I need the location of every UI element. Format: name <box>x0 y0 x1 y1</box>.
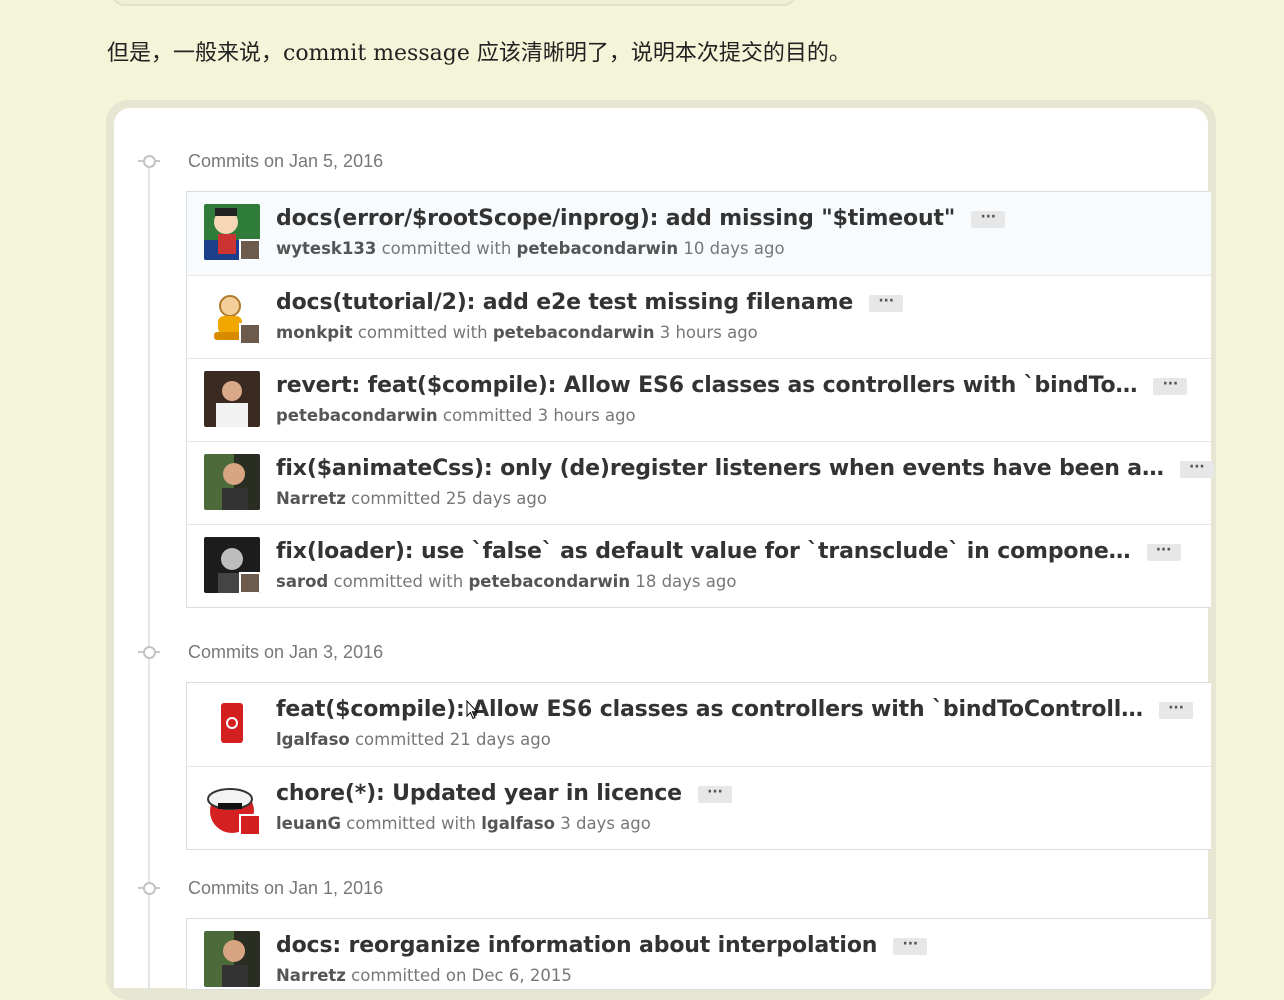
author-link[interactable]: petebacondarwin <box>276 406 438 425</box>
avatar[interactable] <box>204 537 260 593</box>
commit-message-text[interactable]: chore(*): Updated year in licence <box>276 778 682 810</box>
commit-meta: lgalfaso committed 21 days ago <box>276 730 551 749</box>
day-header-jan-1: Commits on Jan 1, 2016 <box>136 876 383 900</box>
avatar-image-icon <box>204 454 260 510</box>
commit-row[interactable]: docs(error/$rootScope/inprog): add missi… <box>187 192 1211 275</box>
commit-row[interactable]: revert: feat($compile): Allow ES6 classe… <box>187 358 1211 441</box>
commit-time: 25 days ago <box>445 489 547 508</box>
coauthor-avatar[interactable] <box>239 323 260 344</box>
commit-message[interactable]: docs: reorganize information about inter… <box>276 930 928 962</box>
day-label: Commits on Jan 1, 2016 <box>188 877 384 898</box>
author-link[interactable]: lgalfaso <box>276 730 350 749</box>
commit-time: 21 days ago <box>449 730 551 749</box>
coauthor-avatar[interactable] <box>239 572 260 593</box>
expand-message-button[interactable]: ··· <box>1159 701 1193 719</box>
avatar[interactable] <box>204 779 260 835</box>
commit-meta: monkpit committed with petebacondarwin 3… <box>276 323 758 342</box>
author-link[interactable]: monkpit <box>276 323 353 342</box>
day-label: Commits on Jan 5, 2016 <box>188 150 384 171</box>
commit-message[interactable]: fix($animateCss): only (de)register list… <box>276 453 1214 485</box>
commit-message-text[interactable]: fix(loader): use `false` as default valu… <box>276 536 1131 568</box>
commit-message[interactable]: fix(loader): use `false` as default valu… <box>276 536 1181 568</box>
avatar-image-icon <box>204 371 260 427</box>
commit-meta: wytesk133 committed with petebacondarwin… <box>276 239 785 258</box>
commit-action: committed <box>442 406 533 425</box>
commit-message[interactable]: docs(error/$rootScope/inprog): add missi… <box>276 203 1006 235</box>
commit-message-text[interactable]: docs: reorganize information about inter… <box>276 930 877 962</box>
commit-meta: petebacondarwin committed 3 hours ago <box>276 406 636 425</box>
commit-group-jan-3: feat($compile): Allow ES6 classes as con… <box>186 682 1211 850</box>
commit-time: 18 days ago <box>635 572 737 591</box>
day-header-jan-5: Commits on Jan 5, 2016 <box>136 149 383 173</box>
commit-row[interactable]: docs(tutorial/2): add e2e test missing f… <box>187 275 1211 358</box>
avatar[interactable] <box>204 454 260 510</box>
commit-action: committed <box>354 730 445 749</box>
commit-message-text[interactable]: fix($animateCss): only (de)register list… <box>276 453 1164 485</box>
commit-message[interactable]: feat($compile): Allow ES6 classes as con… <box>276 694 1193 726</box>
author-link[interactable]: leuanG <box>276 814 341 833</box>
commit-message-text[interactable]: docs(tutorial/2): add e2e test missing f… <box>276 287 853 319</box>
coauthor-link[interactable]: petebacondarwin <box>468 572 630 591</box>
commit-message[interactable]: revert: feat($compile): Allow ES6 classe… <box>276 370 1188 402</box>
commit-meta: Narretz committed 25 days ago <box>276 489 547 508</box>
commit-message[interactable]: docs(tutorial/2): add e2e test missing f… <box>276 287 904 319</box>
intro-paragraph: 但是，一般来说，commit message 应该清晰明了，说明本次提交的目的。 <box>107 41 851 66</box>
commit-action: committed with <box>346 814 476 833</box>
commit-message-text[interactable]: feat($compile): Allow ES6 classes as con… <box>276 694 1143 726</box>
coauthor-avatar[interactable] <box>239 814 260 835</box>
commit-node-icon <box>136 149 162 173</box>
commit-row[interactable]: feat($compile): Allow ES6 classes as con… <box>187 683 1211 766</box>
commit-message-text[interactable]: revert: feat($compile): Allow ES6 classe… <box>276 370 1138 402</box>
commit-action: committed with <box>381 239 512 258</box>
previous-block-edge <box>112 0 796 6</box>
day-label: Commits on Jan 3, 2016 <box>188 641 384 662</box>
commit-action: committed <box>351 489 441 508</box>
commit-message[interactable]: chore(*): Updated year in licence ··· <box>276 778 732 810</box>
timeline-line <box>148 160 150 990</box>
avatar-image-icon <box>204 695 260 751</box>
commit-meta: sarod committed with petebacondarwin 18 … <box>276 572 736 591</box>
expand-message-button[interactable]: ··· <box>1153 377 1188 395</box>
commit-time: 3 days ago <box>560 814 651 833</box>
commit-node-icon <box>136 640 162 664</box>
mouse-cursor-icon <box>466 700 478 720</box>
author-link[interactable]: sarod <box>276 572 328 591</box>
commit-row[interactable]: fix(loader): use `false` as default valu… <box>187 524 1211 607</box>
author-link[interactable]: Narretz <box>276 966 346 985</box>
commit-time: 10 days ago <box>683 239 785 258</box>
commit-node-icon <box>136 876 162 900</box>
commit-meta: Narretz committed on Dec 6, 2015 <box>276 966 572 985</box>
avatar[interactable] <box>204 204 260 260</box>
commit-row[interactable]: chore(*): Updated year in licence ··· le… <box>187 766 1211 849</box>
commit-group-jan-5: docs(error/$rootScope/inprog): add missi… <box>186 191 1214 608</box>
commit-time: 3 hours ago <box>659 323 758 342</box>
commit-group-jan-1: docs: reorganize information about inter… <box>186 918 1211 990</box>
commit-action: committed with <box>333 572 464 591</box>
avatar[interactable] <box>204 288 260 344</box>
coauthor-avatar[interactable] <box>239 239 260 260</box>
author-link[interactable]: wytesk133 <box>276 239 376 258</box>
commit-meta: leuanG committed with lgalfaso 3 days ag… <box>276 814 651 833</box>
commit-action: committed on Dec 6, 2015 <box>351 966 572 985</box>
commit-row[interactable]: fix($animateCss): only (de)register list… <box>187 441 1214 524</box>
expand-message-button[interactable]: ··· <box>1179 460 1214 478</box>
avatar[interactable] <box>204 695 260 751</box>
coauthor-link[interactable]: lgalfaso <box>481 814 555 833</box>
expand-message-button[interactable]: ··· <box>869 294 904 312</box>
commit-message-text[interactable]: docs(error/$rootScope/inprog): add missi… <box>276 203 955 235</box>
day-header-jan-3: Commits on Jan 3, 2016 <box>136 640 383 664</box>
coauthor-link[interactable]: petebacondarwin <box>493 323 655 342</box>
expand-message-button[interactable]: ··· <box>1146 543 1181 561</box>
expand-message-button[interactable]: ··· <box>893 937 928 955</box>
coauthor-link[interactable]: petebacondarwin <box>517 239 679 258</box>
commit-action: committed with <box>357 323 488 342</box>
avatar[interactable] <box>204 371 260 427</box>
commit-row[interactable]: docs: reorganize information about inter… <box>187 919 1211 989</box>
expand-message-button[interactable]: ··· <box>971 210 1006 228</box>
expand-message-button[interactable]: ··· <box>697 785 732 803</box>
commit-time: 3 hours ago <box>537 406 636 425</box>
author-link[interactable]: Narretz <box>276 489 346 508</box>
